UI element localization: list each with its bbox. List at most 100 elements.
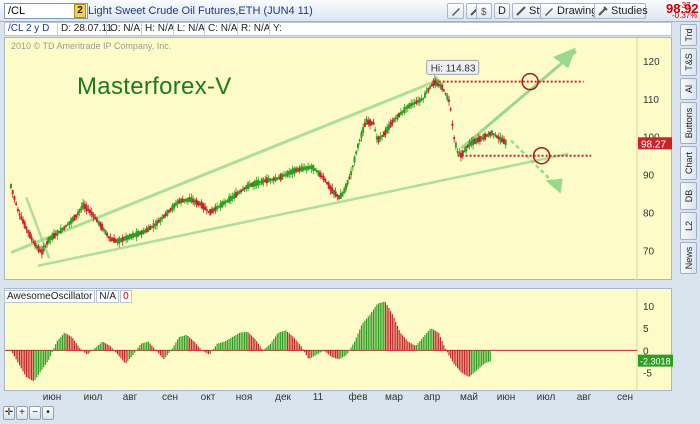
candle-body <box>348 176 351 180</box>
time-axis-label: авг <box>576 392 592 403</box>
candle-body <box>71 217 74 222</box>
candle-body <box>59 227 62 234</box>
candle-body <box>247 182 250 190</box>
candle-body <box>279 174 282 181</box>
y-value: Y: <box>269 23 282 35</box>
candle-body <box>90 211 93 216</box>
drawings-button[interactable]: Drawings <box>540 3 603 19</box>
price-tick-label: 80 <box>643 209 655 220</box>
side-tab-label: L2 <box>683 220 694 232</box>
candle-body <box>64 225 67 228</box>
candle-body <box>16 208 19 212</box>
candle-body <box>425 90 428 94</box>
forecast-up-arrow-head <box>553 47 576 69</box>
candle-body <box>264 179 267 183</box>
candle-body <box>39 249 42 253</box>
candle-body <box>58 230 61 233</box>
draw-tools-button[interactable] <box>447 3 464 19</box>
candle-body <box>73 214 76 221</box>
candle-body <box>113 237 116 243</box>
candle-body <box>95 218 98 223</box>
candle-body <box>441 84 444 90</box>
oscillator-name[interactable]: AwesomeOscillator <box>4 290 96 303</box>
candle-body <box>286 170 289 177</box>
candle-body <box>30 236 33 241</box>
dollar-button[interactable]: $ <box>476 3 492 19</box>
side-tab[interactable]: T&S <box>680 48 697 76</box>
candle-body <box>140 231 143 235</box>
price-chart-svg[interactable]: 120110100908070Hi: 114.8398.27 <box>5 38 673 281</box>
candle-body <box>186 197 189 202</box>
zoom-out-button[interactable]: − <box>29 406 41 420</box>
candle-body <box>295 168 298 172</box>
candle-body <box>449 108 452 111</box>
symbol-value: /CL <box>8 5 26 17</box>
candle-body <box>332 189 335 195</box>
oscillator-svg[interactable]: 10 5 0 -5 -2.3018 <box>5 289 673 392</box>
candle-body <box>185 198 188 202</box>
candle-body <box>315 170 318 173</box>
chart-toolbar: /CL ▼ 2 Light Sweet Crude Oil Futures,ET… <box>0 0 700 22</box>
candle-body <box>317 170 320 176</box>
candle-body <box>391 119 394 125</box>
candle-body <box>411 102 414 106</box>
candle-body <box>231 195 234 199</box>
candle-body <box>131 232 134 239</box>
candle-body <box>85 204 88 212</box>
candle-body <box>207 210 210 213</box>
drawings-icon <box>545 8 553 16</box>
period-label[interactable]: /CL 2 y D <box>5 23 49 35</box>
candle-body <box>89 209 92 214</box>
candle-body <box>80 206 83 211</box>
side-tab[interactable]: Chart <box>680 146 697 180</box>
oscillator-panel[interactable]: 10 5 0 -5 -2.3018 <box>4 288 673 392</box>
candle-body <box>475 137 478 144</box>
candle-body <box>477 137 480 143</box>
candle-body <box>147 226 150 232</box>
candle-body <box>423 92 426 98</box>
candle-body <box>341 192 344 197</box>
candle-body <box>451 123 454 126</box>
candle-body <box>435 80 438 87</box>
candle-body <box>485 134 488 137</box>
svg-text:$: $ <box>481 7 487 17</box>
candle-body <box>365 118 368 125</box>
candle-body <box>432 80 435 86</box>
candle-body <box>502 138 505 144</box>
candle-body <box>284 173 287 176</box>
candle-body <box>168 210 171 213</box>
candle-body <box>355 151 358 154</box>
side-tab[interactable]: News <box>680 242 697 274</box>
side-tab[interactable]: Trd <box>680 24 697 46</box>
price-chart-panel[interactable]: 2010 © TD Ameritrade IP Company, Inc. Ma… <box>4 37 673 281</box>
candle-body <box>382 131 385 137</box>
side-tab[interactable]: DB <box>680 182 697 210</box>
price-tick-label: 110 <box>643 95 659 106</box>
side-tab[interactable]: Buttons <box>680 102 697 144</box>
candle-body <box>468 141 471 147</box>
time-axis-label: июн <box>42 392 62 403</box>
zoom-in-button[interactable]: + <box>16 406 28 420</box>
time-axis-label: мар <box>385 392 403 403</box>
side-tab[interactable]: L2 <box>680 212 697 240</box>
candle-body <box>303 167 306 170</box>
zoom-reset-button[interactable]: • <box>42 406 54 420</box>
candle-body <box>482 134 485 141</box>
link-group-badge[interactable]: 2 <box>74 4 86 18</box>
candle-body <box>466 144 469 148</box>
side-tab[interactable]: Al <box>680 78 697 100</box>
candle-body <box>209 208 212 216</box>
oscillator-zero: 0 <box>120 290 132 303</box>
candle-body <box>484 133 487 140</box>
pan-button[interactable]: ✛ <box>3 406 15 420</box>
candle-body <box>420 98 423 101</box>
candle-body <box>240 189 243 193</box>
studies-button[interactable]: Studies <box>594 3 648 19</box>
side-tab-label: Trd <box>683 28 694 42</box>
candle-body <box>422 97 425 100</box>
candle-body <box>461 150 464 157</box>
candle-body <box>429 85 432 89</box>
candle-body <box>370 121 373 125</box>
d-button[interactable]: D <box>494 3 510 19</box>
oscillator-value: N/A <box>96 290 120 303</box>
